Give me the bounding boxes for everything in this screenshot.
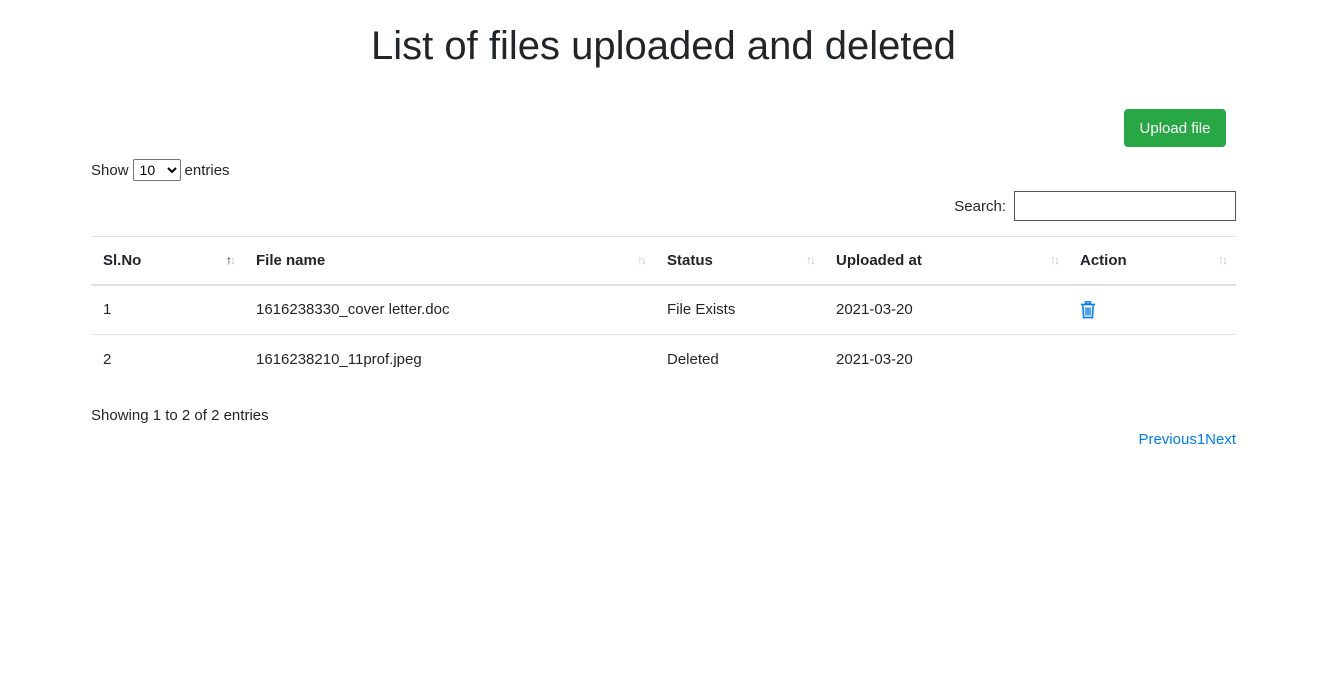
- column-header-label: File name: [256, 251, 326, 269]
- table-row: 2 1616238210_11prof.jpeg Deleted 2021-03…: [91, 335, 1236, 385]
- table-header-row: Sl.No ↑↓ File name ↑↓ Status ↑↓ Uploaded…: [91, 236, 1236, 286]
- table-row: 1 1616238330_cover letter.doc File Exist…: [91, 284, 1236, 335]
- table-info: Showing 1 to 2 of 2 entries: [91, 407, 269, 424]
- length-prefix-label: Show: [91, 161, 129, 179]
- pagination: Previous 1 Next: [1138, 431, 1236, 448]
- sort-icon: ↑↓: [1218, 253, 1228, 268]
- sort-icon: ↑↓: [637, 253, 647, 268]
- cell-action: [1068, 335, 1236, 385]
- page: List of files uploaded and deleted Uploa…: [0, 0, 1327, 676]
- column-header-status[interactable]: Status ↑↓: [655, 236, 824, 286]
- next-page-link[interactable]: Next: [1205, 431, 1236, 448]
- cell-action: [1068, 284, 1236, 335]
- column-header-file-name[interactable]: File name ↑↓: [244, 236, 655, 286]
- cell-uploaded-at: 2021-03-20: [836, 351, 913, 369]
- column-header-label: Uploaded at: [836, 251, 922, 269]
- search-control: Search:: [954, 191, 1236, 221]
- sort-icon: ↑↓: [1050, 253, 1060, 268]
- cell-slno: 2: [103, 351, 112, 369]
- page-1-link[interactable]: 1: [1197, 431, 1205, 448]
- length-suffix-label: entries: [184, 161, 230, 179]
- sort-icon: ↑↓: [806, 253, 816, 268]
- cell-status: Deleted: [667, 351, 719, 369]
- entries-per-page-select[interactable]: 10: [132, 159, 181, 181]
- cell-file-name: 1616238210_11prof.jpeg: [256, 351, 422, 369]
- previous-page-link[interactable]: Previous: [1138, 431, 1196, 448]
- column-header-slno[interactable]: Sl.No ↑↓: [91, 236, 244, 286]
- column-header-uploaded-at[interactable]: Uploaded at ↑↓: [824, 236, 1068, 286]
- page-title: List of files uploaded and deleted: [371, 24, 956, 68]
- column-header-label: Sl.No: [103, 251, 142, 269]
- column-header-action[interactable]: Action ↑↓: [1068, 236, 1236, 286]
- files-table: Sl.No ↑↓ File name ↑↓ Status ↑↓ Uploaded…: [91, 236, 1236, 385]
- upload-file-button[interactable]: Upload file: [1124, 109, 1226, 147]
- cell-uploaded-at: 2021-03-20: [824, 284, 1068, 335]
- entries-length-control: Show 10 entries: [91, 158, 230, 182]
- sort-ascending-icon: ↑↓: [226, 253, 236, 268]
- column-header-label: Action: [1080, 251, 1127, 269]
- trash-icon[interactable]: [1080, 300, 1096, 319]
- column-header-label: Status: [667, 251, 713, 269]
- cell-slno: 1: [91, 284, 244, 335]
- cell-file-name: 1616238330_cover letter.doc: [244, 284, 655, 335]
- search-input[interactable]: [1014, 191, 1236, 221]
- cell-status: File Exists: [655, 284, 824, 335]
- search-label: Search:: [954, 197, 1006, 215]
